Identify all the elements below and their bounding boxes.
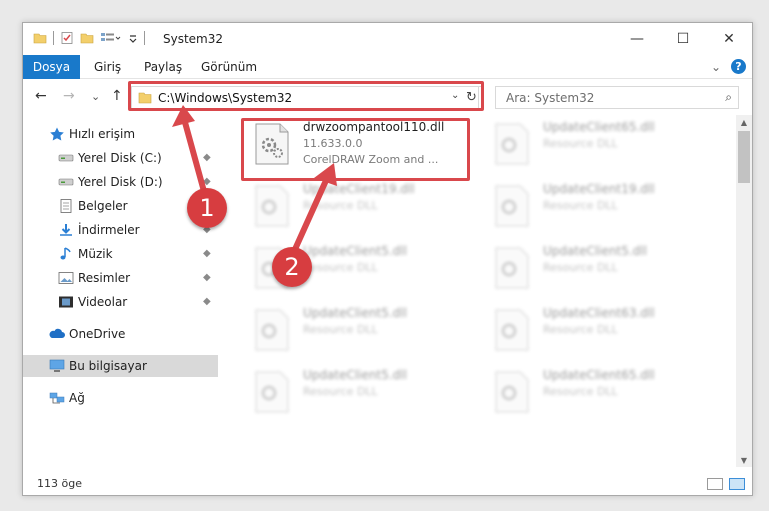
step-2-badge: 2: [272, 247, 312, 287]
step-1-badge: 1: [187, 188, 227, 228]
annotation-arrows: [172, 105, 337, 259]
arrow-2: [289, 173, 331, 259]
arrow-1-head: [172, 105, 195, 127]
arrow-1: [180, 112, 208, 198]
